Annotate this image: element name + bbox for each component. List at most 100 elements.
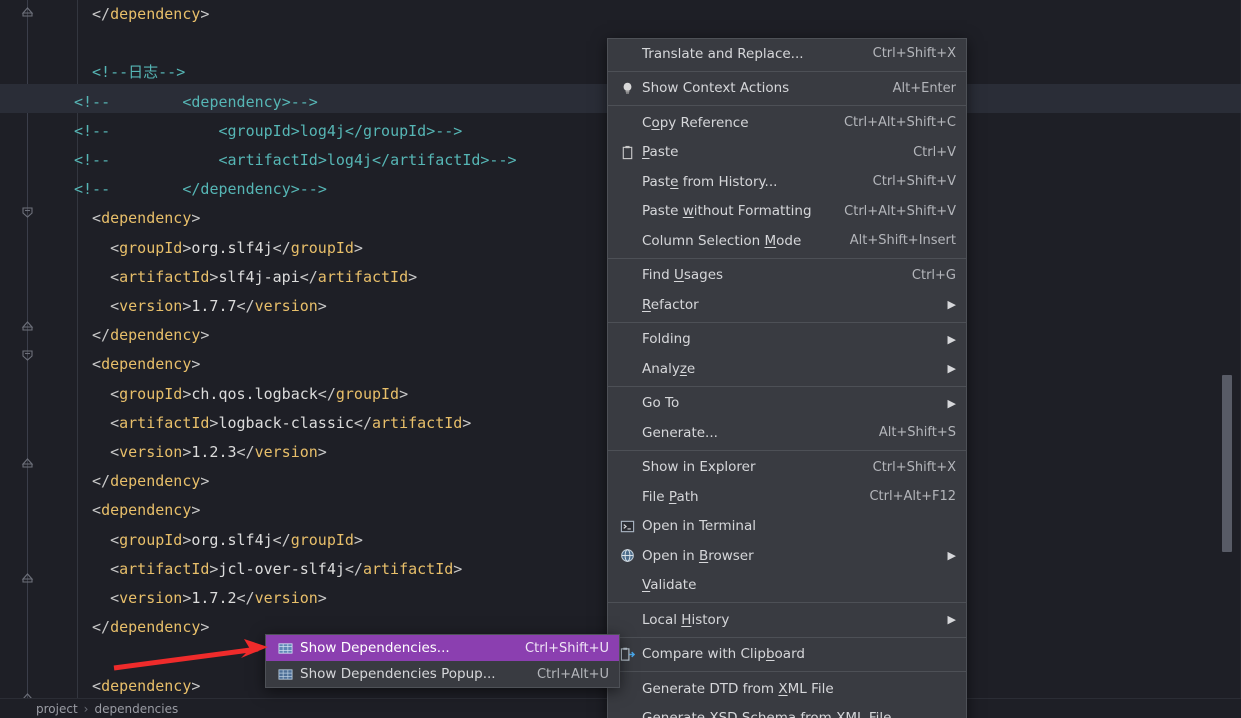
code-token: jcl-over-slf4j [218,559,345,578]
fold-marker-collapse-icon[interactable] [20,4,35,19]
code-token: version [119,297,183,315]
code-token: version [254,443,318,461]
dependencies-icon [274,641,296,656]
submenu-arrow-icon: ▶ [947,362,956,376]
fold-marker-collapse-icon-3[interactable] [20,455,35,470]
fold-marker-collapse-icon-4[interactable] [20,570,35,585]
menu-item-refactor[interactable]: Refactor ▶ [608,290,966,320]
menu-item-analyze[interactable]: Analyze ▶ [608,354,966,384]
code-token: artifactId [119,559,210,578]
code-token: artifactId [119,413,210,432]
submenu-item-show-dependencies[interactable]: Show Dependencies... Ctrl+Shift+U [266,635,619,661]
menu-item-label: Analyze [642,360,696,377]
menu-item-show-context-actions[interactable]: Show Context Actions Alt+Enter [608,74,966,104]
editor-scrollbar-track[interactable] [1221,0,1233,700]
code-token: dependency [101,501,192,520]
code-token: dependency [110,5,201,23]
code-token: groupId [290,530,354,549]
menu-separator [608,385,966,387]
menu-item-generate[interactable]: Generate... Alt+Shift+S [608,418,966,448]
menu-item-generate-dtd-from-xml-file[interactable]: Generate DTD from XML File [608,674,966,704]
menu-item-paste[interactable]: Paste Ctrl+V [608,138,966,168]
diagrams-submenu[interactable]: Show Dependencies... Ctrl+Shift+U Show Dep… [265,634,620,688]
code-token: <dependency>--> [182,92,318,111]
menu-item-column-selection-mode[interactable]: Column Selection Mode Alt+Shift+Insert [608,226,966,256]
menu-item-label: Open in Terminal [642,518,756,535]
code-token: org.slf4j [191,238,273,257]
code-token: > [200,326,210,345]
code-token: artifactId [362,559,454,578]
code-token: groupId [119,530,183,549]
menu-item-folding[interactable]: Folding ▶ [608,325,966,355]
menu-item-open-in-terminal[interactable]: Open in Terminal [608,512,966,542]
menu-item-file-path[interactable]: File Path Ctrl+Alt+F12 [608,482,966,512]
menu-item-paste-from-history[interactable]: Paste from History... Ctrl+Shift+V [608,167,966,197]
code-token: > [453,559,463,578]
menu-item-shortcut: Alt+Enter [892,80,956,96]
menu-item-label: Generate XSD Schema from XML File... [638,710,956,718]
code-token: 1.7.2 [191,589,237,607]
menu-separator [608,257,966,259]
code-token: > [317,443,327,461]
code-token: > [182,530,192,549]
menu-item-label: Open in Browser [642,547,754,564]
fold-marker-expand-icon[interactable] [20,205,35,220]
submenu-arrow-icon: ▶ [947,613,956,627]
code-token: 1.2.3 [191,443,237,461]
menu-item-generate-xsd-schema-from-xml-file[interactable]: Generate XSD Schema from XML File... [608,704,966,718]
menu-item-shortcut: Ctrl+Shift+X [872,459,956,475]
menu-item-shortcut: Ctrl+V [913,144,956,160]
menu-item-label: Find Usages [642,267,724,284]
menu-item-shortcut: Alt+Shift+Insert [849,233,956,249]
editor-context-menu[interactable]: Translate and Replace... Ctrl+Shift+X Show… [607,38,967,718]
breadcrumb-project[interactable]: project [36,702,78,716]
code-token: < [92,355,102,374]
submenu-arrow-icon: ▶ [947,332,956,346]
code-token: > [182,297,192,315]
menu-item-label: Paste [642,144,679,161]
menu-item-go-to[interactable]: Go To ▶ [608,389,966,419]
editor-scrollbar-thumb[interactable] [1222,375,1232,552]
code-line: </dependency> [40,0,1241,29]
code-token: </ [272,530,291,549]
code-token: ch.qos.logback [191,384,318,403]
code-token: </ [92,5,111,23]
code-token: < [92,676,102,695]
code-token: artifactId [371,413,463,432]
menu-item-label: Local History [642,611,730,628]
menu-item-find-usages[interactable]: Find Usages Ctrl+G [608,261,966,291]
menu-item-shortcut: Ctrl+Shift+V [872,174,956,190]
code-token: </ [92,472,111,491]
code-token: > [353,530,363,549]
menu-item-compare-with-clipboard[interactable]: Compare with Clipboard [608,640,966,670]
fold-marker-collapse-icon-2[interactable] [20,318,35,333]
code-token: < [92,209,102,228]
menu-item-shortcut: Ctrl+Alt+F12 [869,489,956,505]
code-token: <!-- [74,151,111,169]
menu-separator [608,602,966,603]
menu-item-open-in-browser[interactable]: Open in Browser ▶ [608,541,966,571]
menu-item-paste-without-formatting[interactable]: Paste without Formatting Ctrl+Alt+Shift+V [608,197,966,227]
menu-item-local-history[interactable]: Local History ▶ [608,605,966,635]
menu-item-validate[interactable]: Validate [608,571,966,601]
menu-item-copy-reference[interactable]: Copy Reference Ctrl+Alt+Shift+C [608,108,966,138]
code-token: > [191,501,201,520]
code-token: groupId [335,384,400,403]
submenu-item-show-dependencies-popup[interactable]: Show Dependencies Popup... Ctrl+Alt+U [266,661,619,687]
code-token: < [110,443,120,461]
code-token: slf4j-api [218,267,300,286]
breadcrumb-node[interactable]: dependencies [94,702,178,716]
code-token: </ [317,384,336,403]
menu-item-translate-and-replace[interactable]: Translate and Replace... Ctrl+Shift+X [608,39,966,69]
menu-item-label: Generate DTD from XML File [642,680,834,697]
code-token: </ [92,326,111,345]
menu-item-show-in-explorer[interactable]: Show in Explorer Ctrl+Shift+X [608,453,966,483]
menu-separator [608,449,966,451]
fold-marker-expand-icon-2[interactable] [20,348,35,363]
menu-item-label: Refactor [642,296,699,313]
code-token: > [182,384,192,403]
menu-item-label: Column Selection Mode [642,232,802,249]
code-token: artifactId [119,267,210,286]
code-token: </dependency>--> [182,180,327,199]
